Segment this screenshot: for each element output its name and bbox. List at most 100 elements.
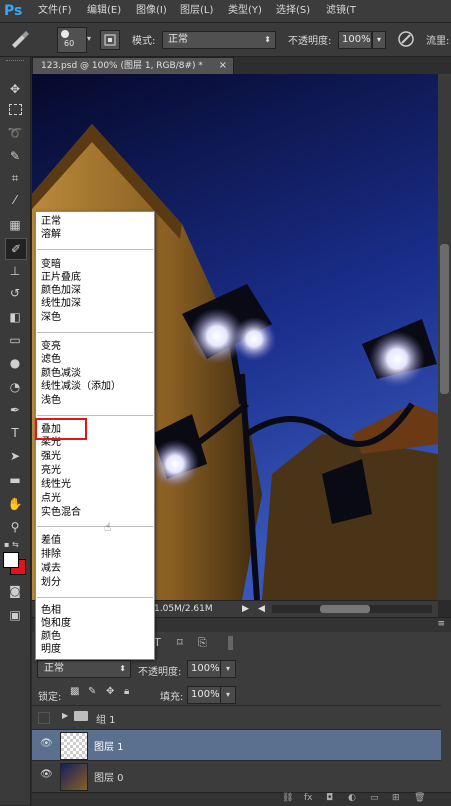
foreground-color-swatch[interactable]: [3, 552, 19, 568]
filter-smart-object-icon[interactable]: ⎘: [198, 636, 207, 650]
blur-tool-icon[interactable]: ●: [5, 353, 25, 373]
eraser-tool-icon[interactable]: ◧: [5, 307, 25, 327]
menu-layer[interactable]: 图层(L): [180, 4, 213, 18]
blend-option[interactable]: 溶解: [41, 228, 61, 241]
stamp-tool-icon[interactable]: ⊥: [5, 261, 25, 281]
lasso-tool-icon[interactable]: ➰: [5, 123, 25, 143]
blend-option[interactable]: 颜色减淡: [41, 367, 81, 380]
eyedropper-tool-icon[interactable]: ⁄: [5, 190, 25, 210]
layer-blend-dropdown[interactable]: 正常 ⬍: [37, 660, 131, 678]
layer-row-selected[interactable]: 👁︎ 图层 1: [32, 729, 441, 760]
type-tool-icon[interactable]: T: [5, 423, 25, 443]
blend-option[interactable]: 饱和度: [41, 617, 71, 630]
visibility-toggle[interactable]: [38, 712, 50, 724]
vertical-scrollbar[interactable]: [438, 74, 451, 600]
horizontal-scrollbar[interactable]: [272, 605, 432, 613]
marquee-tool-icon[interactable]: [5, 101, 25, 121]
blend-option[interactable]: 正常: [41, 215, 61, 228]
blend-option[interactable]: 颜色加深: [41, 284, 81, 297]
group-icon[interactable]: ▭: [370, 793, 379, 803]
layer-row-group[interactable]: ▶ 组 1: [32, 705, 441, 730]
path-select-tool-icon[interactable]: ➤: [5, 446, 25, 466]
quick-mask-icon[interactable]: ◙: [5, 581, 25, 601]
blend-option[interactable]: 差值: [41, 534, 61, 547]
lock-all-icon[interactable]: 🔒︎: [124, 686, 129, 697]
blend-option[interactable]: 变亮: [41, 340, 61, 353]
filter-toggle[interactable]: [228, 636, 233, 650]
dodge-tool-icon[interactable]: ◔: [5, 377, 25, 397]
brush-preset-picker[interactable]: [8, 29, 34, 49]
new-layer-icon[interactable]: ⊞: [392, 793, 400, 803]
blend-option[interactable]: 色相: [41, 604, 61, 617]
adjustment-icon[interactable]: ◐: [348, 793, 356, 803]
filter-shape-icon[interactable]: ⌑: [177, 636, 183, 649]
blend-option[interactable]: 减去: [41, 562, 61, 575]
menu-file[interactable]: 文件(F): [38, 4, 72, 18]
menu-type[interactable]: 类型(Y): [228, 4, 262, 18]
blend-option[interactable]: 线性减淡（添加）: [41, 380, 121, 393]
gradient-tool-icon[interactable]: ▭: [5, 330, 25, 350]
chevron-down-icon[interactable]: ▾: [220, 660, 236, 678]
hand-tool-icon[interactable]: ✋: [5, 494, 25, 514]
brush-tool-icon[interactable]: ✐: [5, 238, 27, 260]
menu-select[interactable]: 选择(S): [276, 4, 310, 18]
chevron-down-icon[interactable]: ▾: [220, 686, 236, 704]
brush-panel-toggle[interactable]: [100, 30, 120, 50]
blend-option[interactable]: 正片叠底: [41, 271, 81, 284]
mask-icon[interactable]: ◘: [326, 793, 333, 803]
eye-icon[interactable]: 👁︎: [40, 769, 53, 780]
blend-option[interactable]: 线性光: [41, 478, 71, 491]
horizontal-scroll-thumb[interactable]: [320, 605, 370, 613]
layer-opacity-field[interactable]: 100%: [187, 660, 221, 678]
fill-field[interactable]: 100%: [187, 686, 221, 704]
chevron-down-icon[interactable]: ▾: [372, 31, 386, 49]
crop-tool-icon[interactable]: ⌗: [5, 168, 25, 188]
brush-size-box[interactable]: 60: [57, 27, 87, 53]
lock-pixels-icon[interactable]: ✎: [88, 686, 96, 697]
panel-menu-icon[interactable]: ≡: [437, 619, 445, 629]
blend-option[interactable]: 点光: [41, 492, 61, 505]
menu-edit[interactable]: 编辑(E): [87, 4, 121, 18]
blend-option[interactable]: 划分: [41, 576, 61, 589]
close-icon[interactable]: ×: [219, 58, 227, 74]
lock-transparent-icon[interactable]: ▩: [70, 686, 79, 697]
blend-option[interactable]: 颜色: [41, 630, 61, 643]
blend-option[interactable]: 实色混合: [41, 506, 81, 519]
toolbox-grip[interactable]: [6, 60, 24, 64]
vertical-scroll-thumb[interactable]: [440, 244, 449, 394]
opacity-field[interactable]: 100%: [338, 31, 372, 49]
fx-icon[interactable]: fx: [304, 793, 313, 803]
pressure-opacity-button[interactable]: [396, 29, 416, 49]
mode-dropdown[interactable]: 正常 ⬍: [162, 31, 276, 49]
blend-option[interactable]: 明度: [41, 643, 61, 656]
blend-option[interactable]: 变暗: [41, 258, 61, 271]
chevron-down-icon[interactable]: ▾: [87, 31, 97, 47]
history-brush-tool-icon[interactable]: ↺: [5, 283, 25, 303]
blend-option[interactable]: 亮光: [41, 464, 61, 477]
trash-icon[interactable]: 🗑︎: [414, 793, 425, 803]
blend-option[interactable]: 线性加深: [41, 297, 81, 310]
eye-icon[interactable]: 👁︎: [40, 738, 53, 749]
default-colors-icon[interactable]: ▪ ⇆: [4, 540, 26, 552]
menu-image[interactable]: 图像(I): [136, 4, 167, 18]
document-tab[interactable]: 123.psd @ 100% (图层 1, RGB/8#) * ×: [32, 57, 234, 75]
healing-brush-tool-icon[interactable]: ▦: [5, 215, 25, 235]
blend-option[interactable]: 深色: [41, 311, 61, 324]
filter-type-icon[interactable]: T: [154, 636, 161, 649]
blend-option[interactable]: 浅色: [41, 394, 61, 407]
menu-filter[interactable]: 滤镜(T: [326, 4, 356, 18]
link-layers-icon[interactable]: ⛓: [282, 793, 293, 803]
screen-mode-icon[interactable]: ▣: [5, 605, 25, 625]
zoom-tool-icon[interactable]: ⚲: [5, 517, 25, 537]
quick-select-tool-icon[interactable]: ✎: [5, 146, 25, 166]
scroll-left-icon[interactable]: ◀: [258, 601, 265, 617]
blend-option[interactable]: 滤色: [41, 353, 61, 366]
move-tool-icon[interactable]: ✥: [5, 79, 25, 99]
lock-position-icon[interactable]: ✥: [106, 686, 114, 697]
expand-arrow-icon[interactable]: ▶: [62, 711, 68, 720]
blend-option[interactable]: 强光: [41, 450, 61, 463]
blend-option[interactable]: 排除: [41, 548, 61, 561]
play-icon[interactable]: ▶: [242, 601, 249, 617]
pen-tool-icon[interactable]: ✒: [5, 400, 25, 420]
rectangle-tool-icon[interactable]: ▬: [5, 470, 25, 490]
